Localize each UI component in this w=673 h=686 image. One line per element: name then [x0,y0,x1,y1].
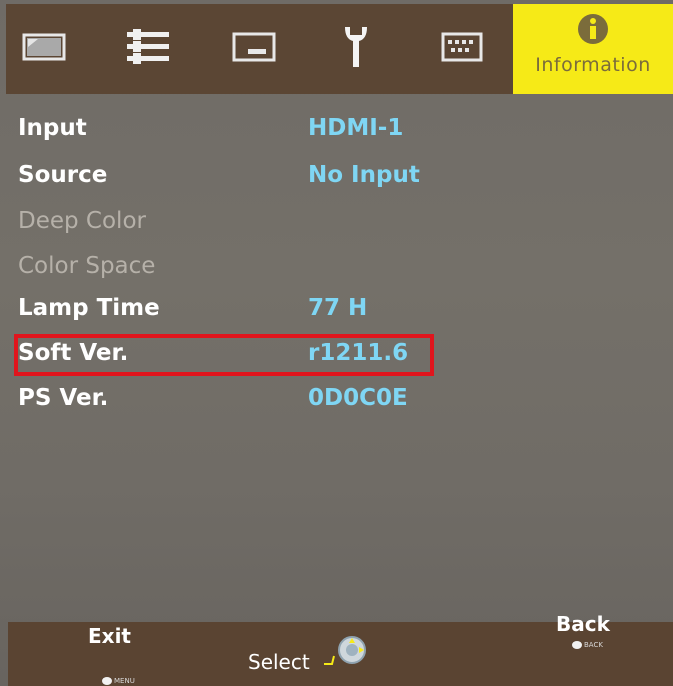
picture-icon [22,33,66,65]
tab-adjust[interactable] [118,4,178,94]
soft-ver-highlight-box [14,334,434,376]
tab-information[interactable]: Information [513,4,673,94]
source-label: Source [18,162,108,188]
input-value: HDMI-1 [308,115,404,141]
info-row-source: Source No Input [18,155,618,195]
info-row-ps-ver: PS Ver. 0D0C0E [18,378,618,418]
info-icon [576,12,610,50]
wrench-icon [341,25,371,73]
back-key-dot-icon [572,641,582,649]
ps-ver-value: 0D0C0E [308,385,408,411]
tab-setup[interactable] [326,4,386,94]
keyboard-icon [441,32,483,66]
info-row-color-space: Color Space [18,246,618,286]
tab-keyboard[interactable] [432,4,492,94]
adjust-sliders-icon [125,29,171,69]
lamp-time-value: 77 H [308,295,368,321]
back-key-label: BACK [584,641,603,649]
back-button[interactable]: Back [556,612,610,636]
menu-tab-bar: Information [6,4,673,94]
info-row-deep-color: Deep Color [18,201,618,241]
footer-bar: Exit MENU Select Back BACK [8,612,673,686]
menu-key-label: MENU [114,677,135,685]
tab-picture[interactable] [14,4,74,94]
select-dial-icon [322,634,370,678]
select-button[interactable]: Select [248,650,310,674]
lamp-time-label: Lamp Time [18,295,160,321]
tab-screen[interactable] [224,4,284,94]
source-value: No Input [308,162,420,188]
tab-information-label: Information [535,54,651,76]
projector-osd-screen: Information Input HDMI-1 Source No Input… [0,0,673,686]
info-row-lamp-time: Lamp Time 77 H [18,288,618,328]
ps-ver-label: PS Ver. [18,385,109,411]
input-label: Input [18,115,87,141]
exit-button[interactable]: Exit [88,624,131,648]
info-row-input: Input HDMI-1 [18,108,618,148]
deep-color-label: Deep Color [18,208,146,234]
color-space-label: Color Space [18,253,156,279]
screen-icon [232,32,276,66]
menu-key-dot-icon [102,677,112,685]
